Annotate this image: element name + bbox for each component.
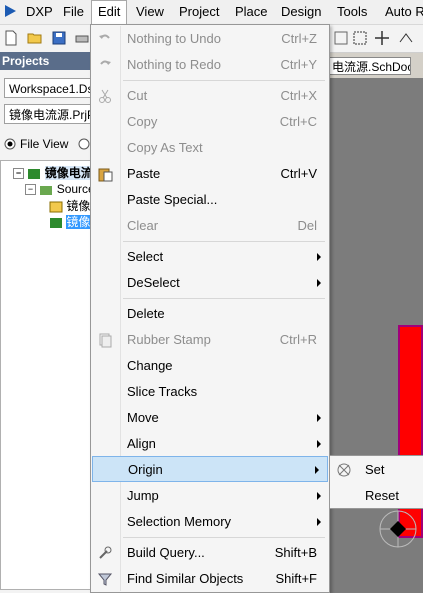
menu-item-delete[interactable]: Delete [91, 301, 329, 327]
folder-icon [40, 185, 53, 195]
dxp-logo-icon[interactable] [4, 4, 18, 18]
tree-item-schematic-label: 镜像 [66, 199, 91, 213]
menu-item-copy-as-text[interactable]: Copy As Text [91, 135, 329, 161]
menu-item-rubber-stamp[interactable]: Rubber Stamp Ctrl+R [91, 327, 329, 353]
menu-item-undo[interactable]: Nothing to Undo Ctrl+Z [91, 26, 329, 52]
paste-icon [98, 168, 113, 182]
projects-panel-title: Projects [0, 52, 96, 70]
radio-unselected-icon[interactable] [78, 138, 90, 150]
tree-item-schematic[interactable]: 镜像 [49, 198, 90, 214]
menu-item-slice-tracks[interactable]: Slice Tracks [91, 379, 329, 405]
submenu-item-reset[interactable]: Reset [330, 483, 423, 509]
new-document-icon[interactable] [3, 30, 19, 46]
menu-item-origin[interactable]: Origin [92, 456, 328, 482]
menu-dxp[interactable]: DXP [20, 0, 59, 24]
submenu-arrow-icon [317, 414, 321, 422]
submenu-arrow-icon [315, 466, 319, 474]
menu-auto-route[interactable]: Auto R [379, 0, 423, 24]
file-view-label: File View [20, 137, 69, 151]
edit-menu-dropdown: Nothing to Undo Ctrl+Z Nothing to Redo C… [90, 24, 330, 593]
menu-item-deselect[interactable]: DeSelect [91, 270, 329, 296]
menu-item-paste-special[interactable]: Paste Special... [91, 187, 329, 213]
tree-item-pcb-label: 镜像 [66, 215, 91, 229]
menu-edit[interactable]: Edit [91, 0, 128, 24]
cross-probe-icon[interactable] [398, 30, 414, 46]
menu-item-paste[interactable]: Paste Ctrl+V [91, 161, 329, 187]
menu-item-cut[interactable]: Cut Ctrl+X [91, 83, 329, 109]
submenu-arrow-icon [317, 492, 321, 500]
undo-icon [99, 34, 110, 39]
menu-item-build-query[interactable]: Build Query... Shift+B [91, 540, 329, 566]
menu-item-jump[interactable]: Jump [91, 483, 329, 509]
layers-icon[interactable] [333, 30, 349, 46]
menu-separator [123, 241, 325, 242]
redo-icon [100, 60, 111, 65]
document-tab[interactable]: 电流源.SchDoc [329, 57, 411, 75]
tree-item-source-label: Source [56, 182, 95, 196]
menu-separator [123, 80, 325, 81]
submenu-arrow-icon [317, 440, 321, 448]
select-rect-icon[interactable] [352, 30, 368, 46]
project-tree: − 镜像电流 − Source 镜像 镜像 [0, 160, 95, 590]
pcb-doc-icon [50, 217, 62, 228]
menu-item-change[interactable]: Change [91, 353, 329, 379]
tree-item-source[interactable]: − Source [25, 181, 95, 197]
projects-panel: Projects Workspace1.Dsn 镜像电流源.PrjP File … [0, 52, 96, 593]
rubber-stamp-icon [99, 333, 112, 348]
schematic-doc-icon [49, 201, 63, 213]
print-icon[interactable] [74, 30, 90, 46]
menu-item-copy[interactable]: Copy Ctrl+C [91, 109, 329, 135]
workspace-selector[interactable]: Workspace1.Dsn [4, 78, 92, 98]
collapse-icon[interactable]: − [13, 168, 24, 180]
menu-item-clear[interactable]: Clear Del [91, 213, 329, 239]
tree-item-pcb[interactable]: 镜像 [49, 214, 91, 230]
submenu-arrow-icon [317, 279, 321, 287]
tree-item-project[interactable]: − 镜像电流 [13, 165, 93, 181]
origin-set-icon [337, 463, 351, 477]
menu-project[interactable]: Project [173, 0, 225, 24]
origin-marker-icon [379, 510, 417, 548]
menu-view[interactable]: View [130, 0, 170, 24]
menu-item-selection-memory[interactable]: Selection Memory [91, 509, 329, 535]
menu-bar: DXP File Edit View Project Place Design … [0, 0, 423, 25]
menu-item-move[interactable]: Move [91, 405, 329, 431]
menu-item-find-similar[interactable]: Find Similar Objects Shift+F [91, 566, 329, 592]
menu-file[interactable]: File [57, 0, 90, 24]
project-selector[interactable]: 镜像电流源.PrjP [4, 104, 92, 124]
menu-separator [123, 298, 325, 299]
origin-submenu: Set Reset [329, 455, 423, 509]
submenu-arrow-icon [317, 253, 321, 261]
radio-selected-icon[interactable] [4, 138, 16, 150]
tree-item-project-label: 镜像电流 [44, 166, 93, 180]
build-query-icon [99, 546, 112, 559]
menu-place[interactable]: Place [229, 0, 274, 24]
submenu-arrow-icon [317, 518, 321, 526]
menu-item-redo[interactable]: Nothing to Redo Ctrl+Y [91, 52, 329, 78]
submenu-item-set[interactable]: Set [330, 457, 423, 483]
cut-icon [99, 89, 111, 103]
find-similar-icon [97, 573, 113, 586]
save-icon[interactable] [51, 30, 67, 46]
menu-separator [123, 537, 325, 538]
move-icon[interactable] [374, 30, 390, 46]
menu-item-align[interactable]: Align [91, 431, 329, 457]
menu-item-select[interactable]: Select [91, 244, 329, 270]
open-folder-icon[interactable] [27, 30, 43, 46]
collapse-icon[interactable]: − [25, 184, 36, 196]
menu-design[interactable]: Design [275, 0, 327, 24]
pcb-project-icon [28, 168, 41, 179]
menu-tools[interactable]: Tools [331, 0, 373, 24]
